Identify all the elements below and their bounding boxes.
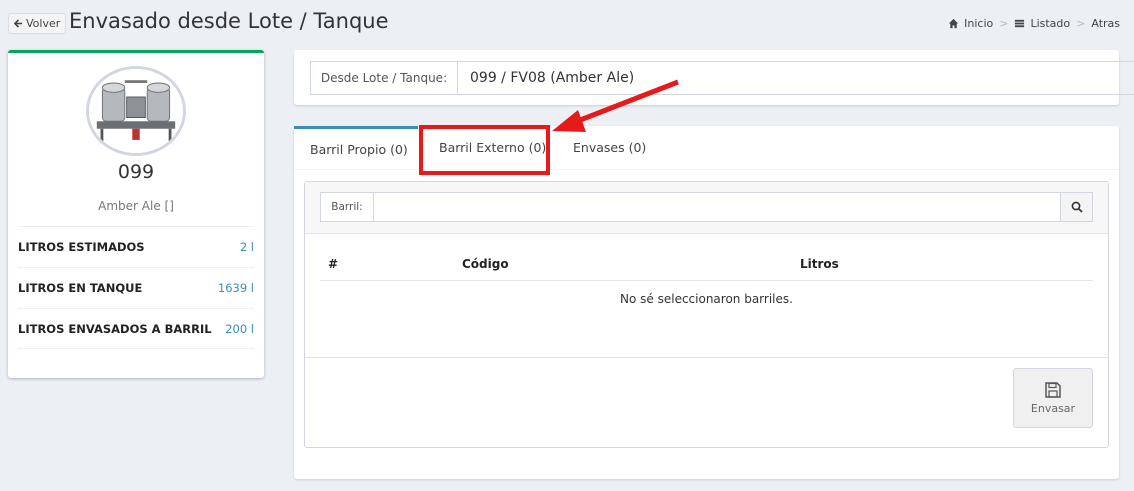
breadcrumb: Inicio > Listado > Atras: [948, 17, 1120, 30]
panel-footer-divider: [305, 357, 1108, 358]
stat-row: LITROS ESTIMADOS 2 l: [18, 226, 254, 267]
envasar-button[interactable]: Envasar: [1013, 368, 1093, 428]
source-box: Desde Lote / Tanque: 099 / FV08 (Amber A…: [294, 50, 1134, 105]
tab-divider: [294, 169, 1119, 170]
breadcrumb-list-label: Listado: [1030, 17, 1071, 30]
empty-table-message: No sé seleccionaron barriles.: [620, 292, 793, 306]
annotation-highlight-box: [419, 125, 550, 175]
breadcrumb-home[interactable]: Inicio: [948, 17, 993, 30]
page-title: Envasado desde Lote / Tanque: [69, 9, 389, 33]
brewing-tanks-icon: [89, 69, 183, 153]
stat-row: LITROS ENVASADOS A BARRIL 200 l: [18, 308, 254, 349]
lot-number: 099: [117, 161, 155, 183]
stat-value[interactable]: 200 l: [225, 322, 254, 336]
lot-profile-card: 099 Amber Ale [] LITROS ESTIMADOS 2 l LI…: [8, 50, 264, 378]
breadcrumb-separator: >: [1076, 17, 1086, 30]
source-value: 099 / FV08 (Amber Ale): [470, 70, 635, 86]
back-button[interactable]: Volver: [8, 13, 67, 34]
stat-label: LITROS EN TANQUE: [18, 281, 143, 295]
tab-envases[interactable]: Envases (0): [573, 126, 646, 169]
table-header: # Código Litros: [320, 251, 1093, 281]
floppy-disk-icon: [1045, 382, 1061, 398]
breadcrumb-back-label: Atras: [1091, 17, 1120, 30]
barril-search-group: Barril:: [320, 192, 1093, 222]
column-header-code: Código: [462, 257, 509, 271]
source-label: Desde Lote / Tanque:: [311, 62, 458, 94]
barril-search-header: Barril:: [305, 182, 1108, 234]
barril-label: Barril:: [321, 193, 374, 221]
tank-image: [86, 66, 186, 156]
tab-barril-propio[interactable]: Barril Propio (0): [294, 126, 418, 169]
lot-beer-name: Amber Ale []: [98, 199, 174, 213]
stat-value[interactable]: 2 l: [240, 240, 254, 254]
search-icon: [1071, 201, 1083, 213]
tab-content-panel: Barril: # Código Litros No sé selecciona…: [304, 181, 1109, 448]
stat-value[interactable]: 1639 l: [218, 281, 254, 295]
column-header-liters: Litros: [800, 257, 839, 271]
breadcrumb-separator: >: [999, 17, 1009, 30]
tabs-box: Barril Propio (0) Barril Externo (0) Env…: [294, 125, 1119, 479]
source-field: Desde Lote / Tanque: 099 / FV08 (Amber A…: [310, 61, 1134, 95]
column-header-number: #: [328, 257, 339, 271]
stat-row: LITROS EN TANQUE 1639 l: [18, 267, 254, 308]
lot-stats-list: LITROS ESTIMADOS 2 l LITROS EN TANQUE 16…: [18, 226, 254, 349]
barril-search-button[interactable]: [1060, 193, 1092, 221]
barril-input[interactable]: [374, 193, 1060, 221]
home-icon: [949, 18, 959, 29]
stat-label: LITROS ESTIMADOS: [18, 240, 145, 254]
arrow-left-icon: [14, 19, 23, 28]
stat-label: LITROS ENVASADOS A BARRIL: [18, 321, 212, 336]
list-icon: [1015, 19, 1025, 28]
breadcrumb-home-label: Inicio: [964, 17, 994, 30]
envasar-button-label: Envasar: [1030, 402, 1076, 415]
breadcrumb-back[interactable]: Atras: [1091, 17, 1120, 30]
breadcrumb-list[interactable]: Listado: [1014, 17, 1070, 30]
back-button-label: Volver: [26, 17, 61, 30]
